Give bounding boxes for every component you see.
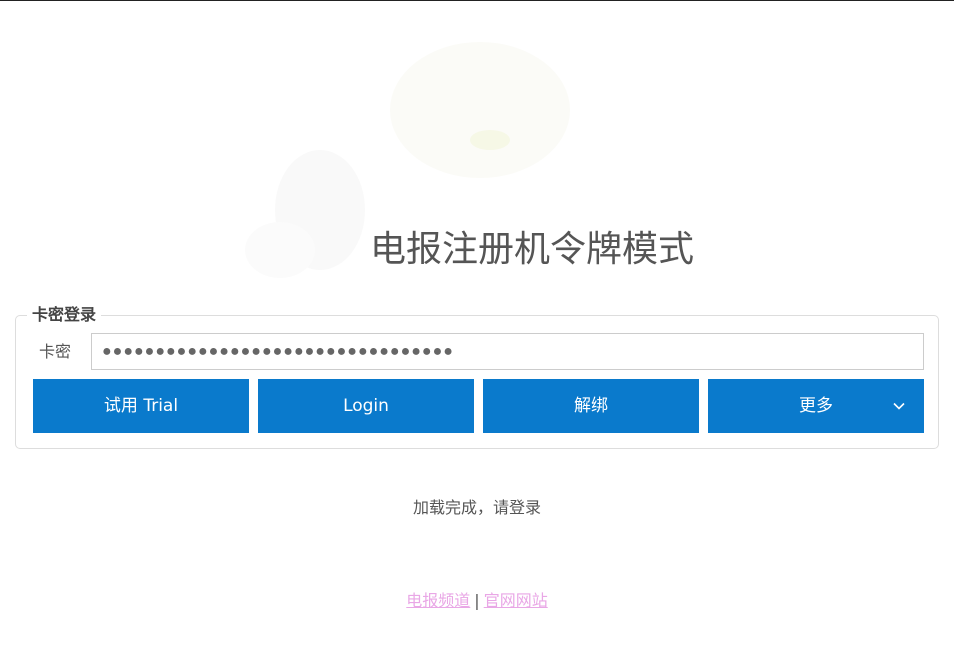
login-button-label: Login [343, 396, 389, 416]
trial-button[interactable]: 试用 Trial [33, 379, 249, 433]
chevron-down-icon [893, 402, 905, 410]
footer-links: 电报频道 | 官网网站 [0, 589, 954, 613]
more-dropdown-button[interactable]: 更多 [708, 379, 924, 433]
login-form: 卡密登录 卡密 试用 Trial Login 解绑 更多 [15, 305, 939, 449]
unbind-button[interactable]: 解绑 [483, 379, 699, 433]
top-border [0, 0, 954, 1]
login-button[interactable]: Login [258, 379, 474, 433]
card-key-input[interactable] [91, 333, 924, 370]
unbind-button-label: 解绑 [574, 396, 608, 416]
login-legend: 卡密登录 [27, 305, 102, 325]
trial-button-label: 试用 Trial [103, 396, 179, 416]
official-website-link[interactable]: 官网网站 [484, 591, 548, 610]
telegram-channel-link[interactable]: 电报频道 [406, 591, 470, 610]
more-button-label: 更多 [799, 396, 833, 416]
card-key-label: 卡密 [39, 342, 72, 361]
page-title: 电报注册机令牌模式 [369, 229, 694, 270]
footer-separator: | [474, 591, 480, 610]
status-message: 加载完成，请登录 [412, 498, 541, 517]
